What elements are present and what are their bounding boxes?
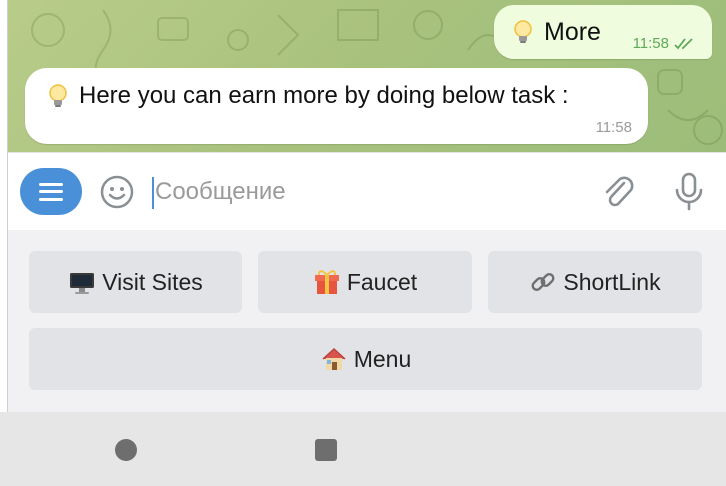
- chat-area[interactable]: More 11:58 Here you can earn more by doi…: [8, 0, 726, 152]
- emoji-icon[interactable]: [100, 175, 134, 209]
- message-input-bar: [8, 152, 726, 230]
- outgoing-message[interactable]: More 11:58: [494, 5, 712, 59]
- house-icon: [322, 347, 346, 370]
- shortlink-label: ShortLink: [563, 268, 661, 295]
- shortlink-button[interactable]: ShortLink: [488, 251, 702, 313]
- bot-reply-keyboard: Visit Sites Faucet ShortLink Menu: [8, 230, 726, 412]
- circle-home-icon[interactable]: [115, 439, 137, 461]
- lightbulb-icon: [49, 84, 67, 107]
- faucet-button[interactable]: Faucet: [258, 251, 472, 313]
- link-icon: [531, 273, 555, 291]
- outgoing-message-meta: 11:58: [633, 35, 696, 52]
- gift-icon: [314, 270, 339, 294]
- square-recents-icon[interactable]: [315, 439, 337, 461]
- incoming-message[interactable]: Here you can earn more by doing below ta…: [25, 68, 648, 144]
- incoming-message-text: Here you can earn more by doing below ta…: [79, 82, 569, 109]
- message-input[interactable]: [151, 172, 571, 212]
- menu-label: Menu: [353, 345, 412, 372]
- system-navigation-bar: [0, 412, 726, 486]
- double-check-icon: [674, 37, 693, 49]
- visit-sites-label: Visit Sites: [102, 268, 203, 295]
- bot-menu-button[interactable]: [20, 168, 82, 215]
- computer-icon: [70, 273, 95, 294]
- visit-sites-button[interactable]: Visit Sites: [29, 251, 242, 313]
- text-caret: [152, 177, 154, 209]
- paperclip-icon[interactable]: [600, 173, 636, 211]
- incoming-message-time: 11:58: [595, 119, 632, 136]
- lightbulb-icon: [514, 20, 532, 43]
- menu-button[interactable]: Menu: [29, 328, 702, 390]
- faucet-label: Faucet: [346, 268, 418, 295]
- outgoing-message-time: 11:58: [632, 35, 669, 52]
- outgoing-message-text: More: [544, 17, 601, 46]
- microphone-icon[interactable]: [672, 171, 706, 211]
- screen-left-edge: [0, 0, 8, 412]
- menu-icon: [39, 182, 63, 201]
